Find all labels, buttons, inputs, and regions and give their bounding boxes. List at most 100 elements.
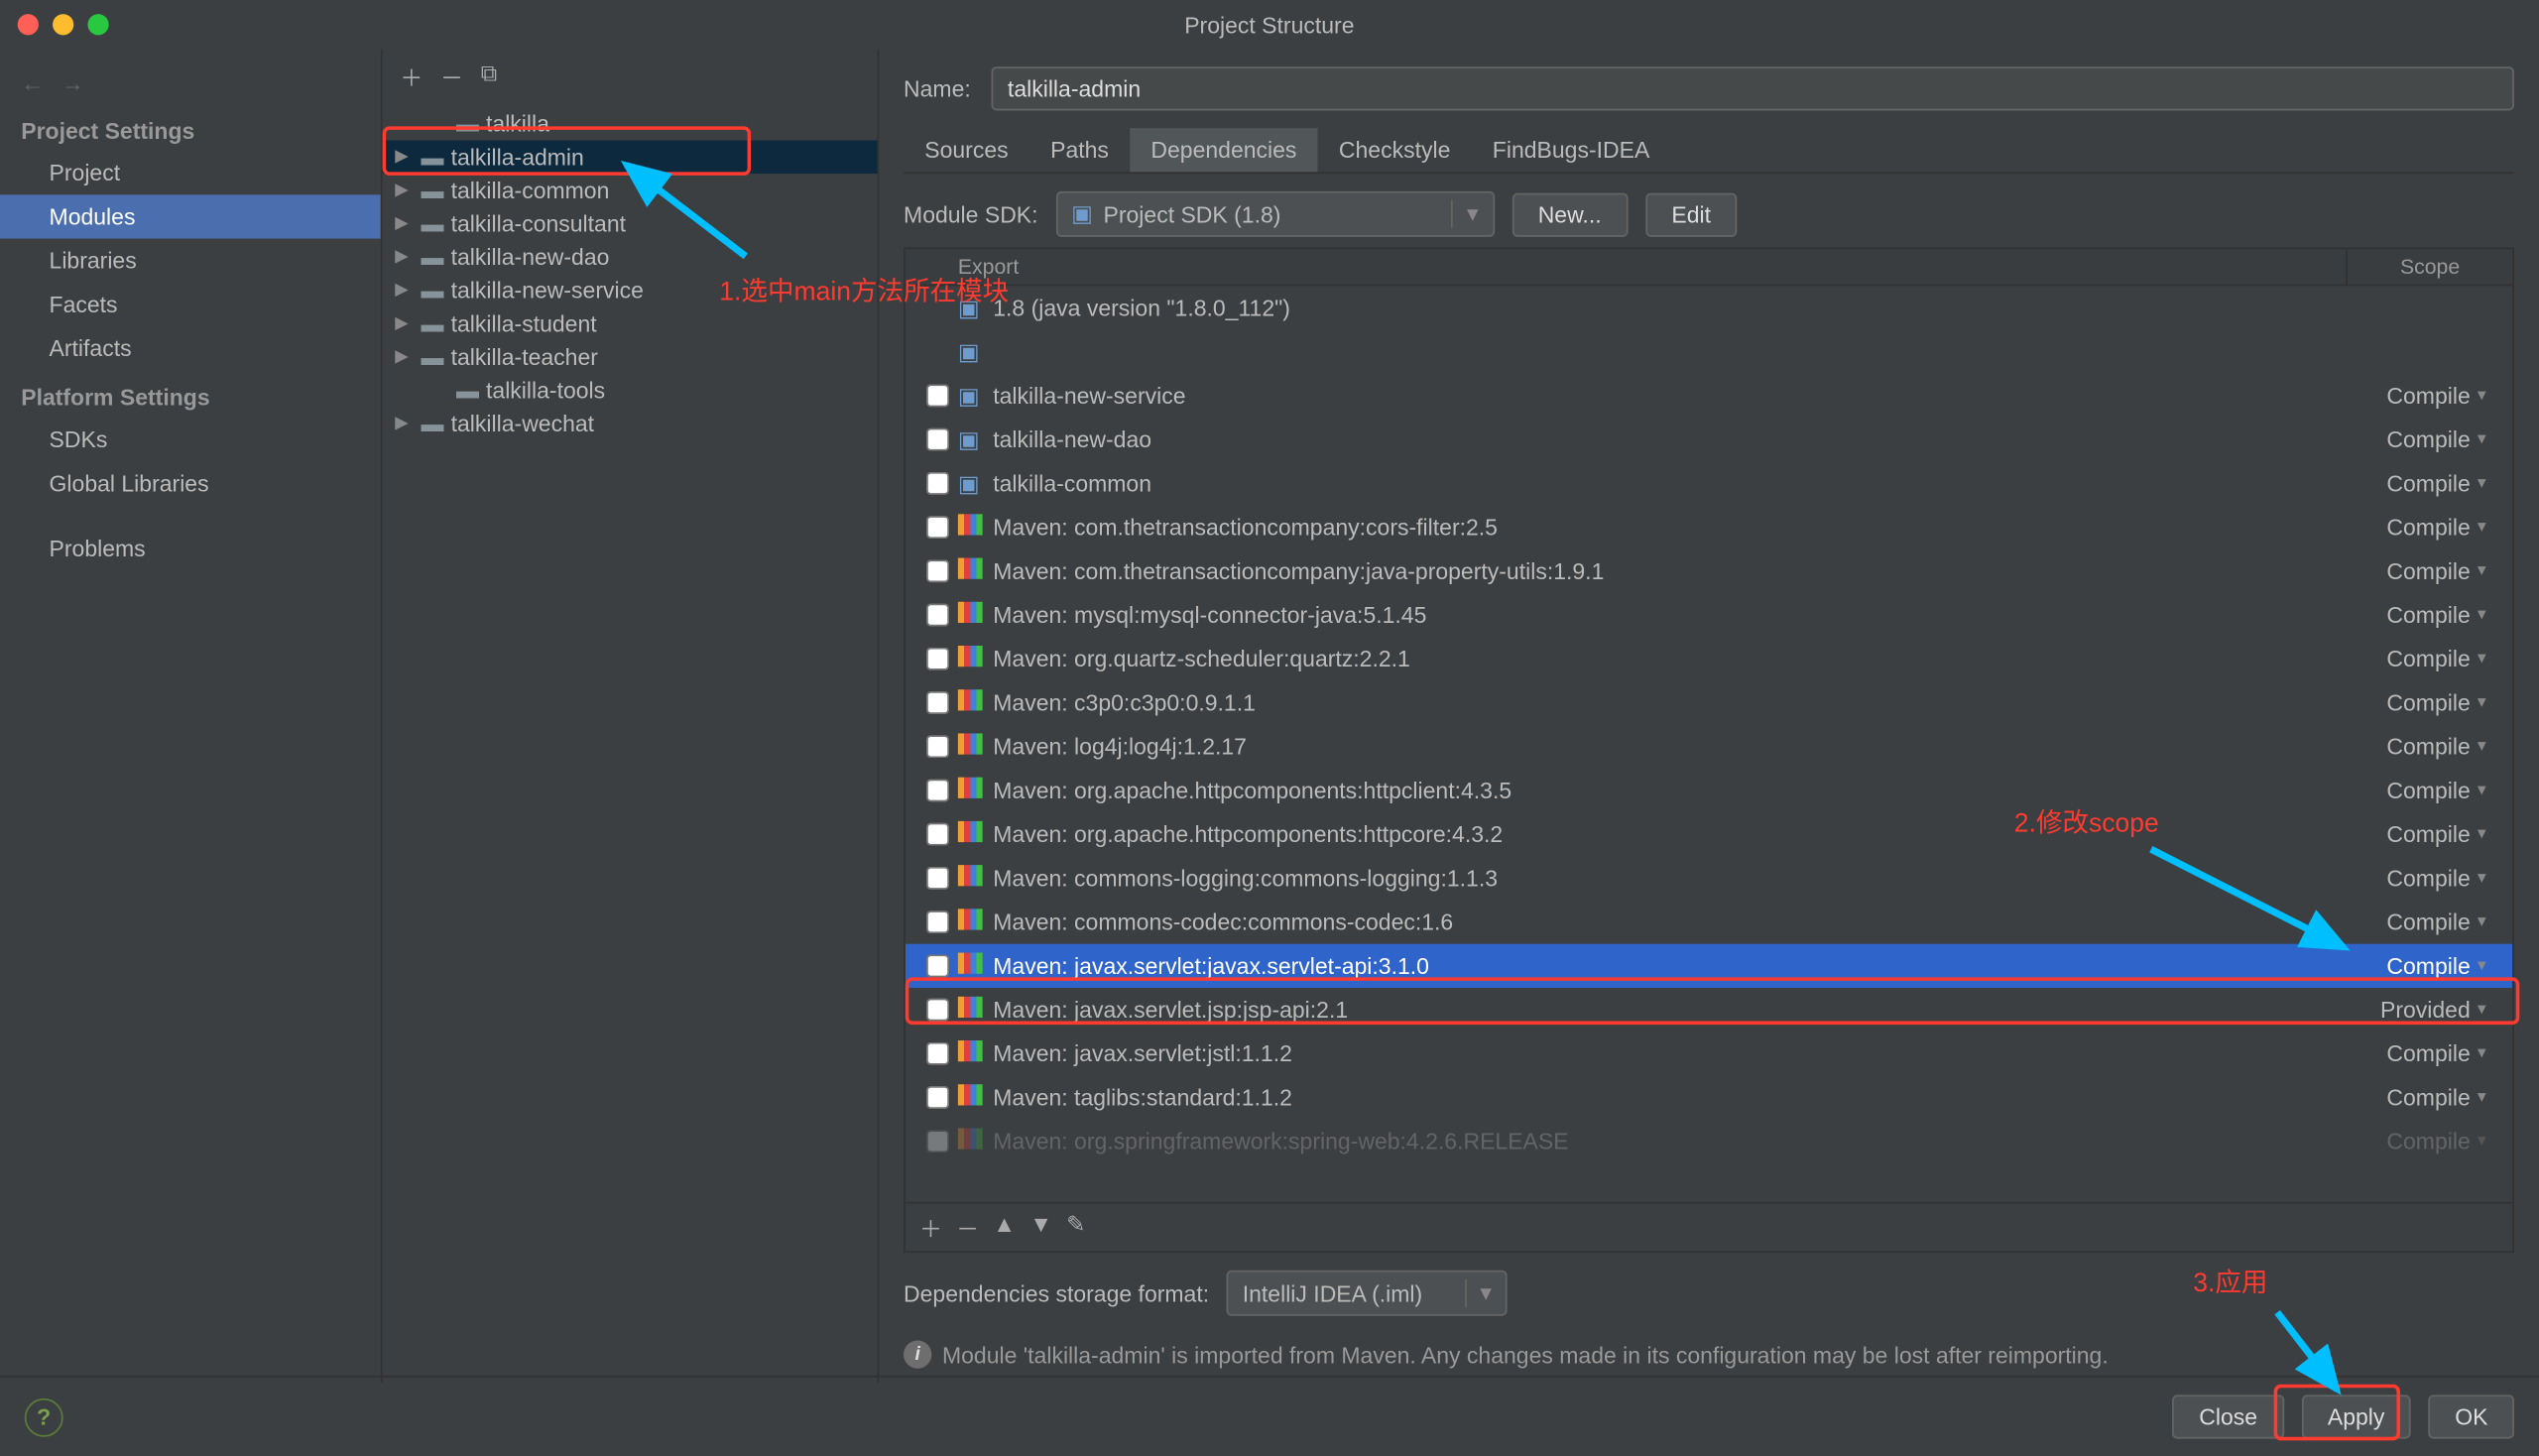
export-checkbox[interactable] [925,1130,948,1153]
nav-global-libraries[interactable]: Global Libraries [0,461,381,505]
copy-module-icon[interactable]: ⧉ [481,60,497,93]
tree-item[interactable]: ▬talkilla-tools [383,374,878,408]
edit-dependency-icon[interactable]: ✎ [1066,1211,1085,1245]
chevron-down-icon[interactable]: ▾ [2478,1044,2502,1063]
chevron-down-icon[interactable]: ▾ [2478,956,2502,975]
close-button[interactable]: Close [2173,1395,2284,1438]
minimize-window-icon[interactable] [53,14,73,35]
dependency-row[interactable]: Maven: org.apache.httpcomponents:httpcli… [906,769,2512,812]
chevron-down-icon[interactable]: ▾ [2478,386,2502,405]
export-checkbox[interactable] [925,823,948,846]
scope-value[interactable]: Compile [2337,733,2478,760]
edit-sdk-button[interactable]: Edit [1645,192,1738,236]
dependency-row[interactable]: Maven: mysql:mysql-connector-java:5.1.45… [906,593,2512,637]
export-checkbox[interactable] [925,999,948,1022]
scope-value[interactable]: Compile [2337,1040,2478,1067]
chevron-down-icon[interactable]: ▾ [2478,650,2502,668]
nav-artifacts[interactable]: Artifacts [0,326,381,370]
tree-item[interactable]: ▶▬talkilla-student [383,307,878,341]
chevron-down-icon[interactable]: ▾ [2478,737,2502,756]
export-checkbox[interactable] [925,516,948,539]
dependency-row[interactable]: Maven: javax.servlet:jstl:1.1.2Compile▾ [906,1031,2512,1075]
export-checkbox[interactable] [925,1042,948,1065]
remove-module-icon[interactable]: － [440,60,463,93]
tab-dependencies[interactable]: Dependencies [1130,128,1318,172]
scope-value[interactable]: Compile [2337,953,2478,980]
scope-value[interactable]: Compile [2337,646,2478,672]
dependency-row[interactable]: Maven: log4j:log4j:1.2.17Compile▾ [906,725,2512,769]
scope-value[interactable]: Provided [2337,997,2478,1024]
scope-value[interactable]: Compile [2337,778,2478,804]
nav-problems[interactable]: Problems [0,527,381,570]
chevron-down-icon[interactable]: ▾ [2478,869,2502,888]
chevron-down-icon[interactable]: ▾ [2478,781,2502,799]
export-checkbox[interactable] [925,604,948,627]
tree-item[interactable]: ▶▬talkilla-new-dao [383,240,878,274]
tree-item[interactable]: ▶▬talkilla-common [383,174,878,207]
chevron-down-icon[interactable]: ▾ [2478,693,2502,712]
col-scope[interactable]: Scope [2346,249,2512,284]
move-down-icon[interactable]: ▼ [1029,1211,1052,1245]
export-checkbox[interactable] [925,779,948,801]
maximize-window-icon[interactable] [87,14,108,35]
expand-icon[interactable]: ▶ [390,247,415,266]
tree-item[interactable]: ▬talkilla [383,107,878,141]
expand-icon[interactable]: ▶ [390,414,415,432]
chevron-down-icon[interactable]: ▾ [2478,1088,2502,1107]
chevron-down-icon[interactable]: ▾ [2478,605,2502,624]
chevron-down-icon[interactable]: ▾ [2478,561,2502,580]
tab-checkstyle[interactable]: Checkstyle [1318,128,1472,172]
export-checkbox[interactable] [925,384,948,407]
storage-format-combo[interactable]: IntelliJ IDEA (.iml) ▾ [1227,1271,1508,1316]
chevron-down-icon[interactable]: ▾ [2478,912,2502,931]
tab-sources[interactable]: Sources [904,128,1029,172]
dependency-row[interactable]: ▣talkilla-new-daoCompile▾ [906,418,2512,461]
export-checkbox[interactable] [925,1086,948,1109]
dependency-row[interactable]: ▣talkilla-new-serviceCompile▾ [906,374,2512,418]
dependency-row[interactable]: Maven: org.springframework:spring-web:4.… [906,1120,2512,1163]
export-checkbox[interactable] [925,559,948,582]
dependency-row[interactable]: ▣talkilla-commonCompile▾ [906,461,2512,505]
export-checkbox[interactable] [925,735,948,758]
tab-findbugs-idea[interactable]: FindBugs-IDEA [1472,128,1671,172]
expand-icon[interactable]: ▶ [390,314,415,333]
move-up-icon[interactable]: ▲ [993,1211,1016,1245]
export-checkbox[interactable] [925,691,948,714]
ok-button[interactable]: OK [2429,1395,2514,1438]
export-checkbox[interactable] [925,954,948,977]
dependency-row[interactable]: Maven: taglibs:standard:1.1.2Compile▾ [906,1075,2512,1119]
nav-forward-icon[interactable]: → [61,70,84,97]
module-name-input[interactable] [992,66,2514,110]
tree-item[interactable]: ▶▬talkilla-new-service [383,274,878,307]
close-window-icon[interactable] [18,14,39,35]
scope-value[interactable]: Compile [2337,689,2478,716]
tree-item[interactable]: ▶▬talkilla-teacher [383,340,878,374]
expand-icon[interactable]: ▶ [390,148,415,167]
dependency-row[interactable]: Maven: commons-logging:commons-logging:1… [906,856,2512,900]
dependency-row[interactable]: Maven: javax.servlet.jsp:jsp-api:2.1Prov… [906,988,2512,1031]
add-dependency-icon[interactable]: ＋ [919,1211,942,1245]
scope-value[interactable]: Compile [2337,383,2478,410]
export-checkbox[interactable] [925,867,948,890]
dependency-row[interactable]: Maven: org.apache.httpcomponents:httpcor… [906,812,2512,856]
export-checkbox[interactable] [925,910,948,933]
chevron-down-icon[interactable]: ▾ [2478,1000,2502,1019]
nav-sdks[interactable]: SDKs [0,418,381,461]
scope-value[interactable]: Compile [2337,558,2478,585]
module-sdk-combo[interactable]: ▣ Project SDK (1.8) ▾ [1055,191,1494,237]
nav-modules[interactable]: Modules [0,194,381,238]
scope-value[interactable]: Compile [2337,909,2478,935]
export-checkbox[interactable] [925,428,948,451]
nav-facets[interactable]: Facets [0,283,381,326]
scope-value[interactable]: Compile [2337,470,2478,497]
scope-value[interactable]: Compile [2337,426,2478,453]
scope-value[interactable]: Compile [2337,1084,2478,1111]
chevron-down-icon[interactable]: ▾ [2478,474,2502,493]
col-export[interactable]: Export [906,249,2346,284]
dependency-row[interactable]: ▣1.8 (java version "1.8.0_112") [906,286,2512,329]
tree-item[interactable]: ▶▬talkilla-wechat [383,407,878,440]
expand-icon[interactable]: ▶ [390,181,415,199]
add-module-icon[interactable]: ＋ [400,60,423,93]
chevron-down-icon[interactable]: ▾ [2478,518,2502,537]
scope-value[interactable]: Compile [2337,1128,2478,1154]
